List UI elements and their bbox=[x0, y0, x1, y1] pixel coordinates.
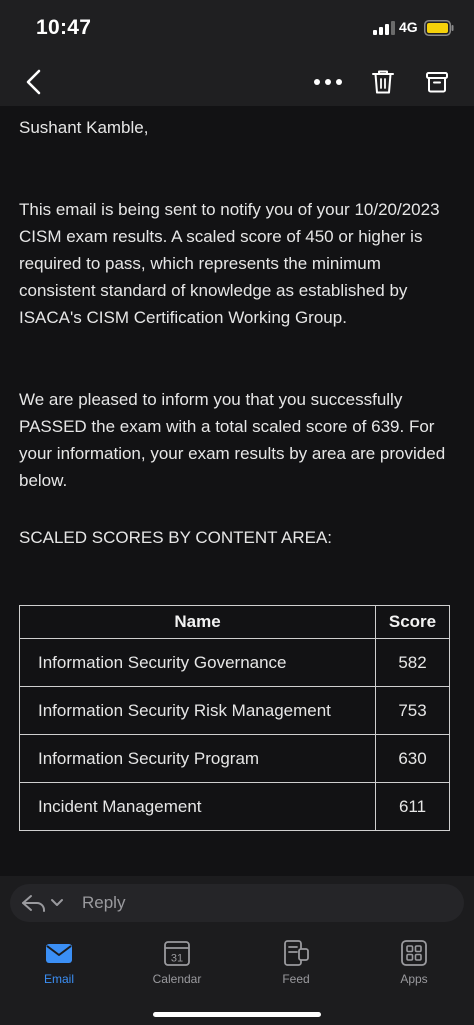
area-score-cell: 630 bbox=[375, 734, 450, 783]
tab-label: Apps bbox=[400, 972, 428, 986]
tab-label: Calendar bbox=[152, 972, 202, 986]
table-row: Information Security Risk Management 753 bbox=[19, 686, 450, 735]
reply-options-button[interactable] bbox=[20, 888, 78, 918]
email-body: Sushant Kamble, This email is being sent… bbox=[0, 106, 474, 876]
area-name-cell: Incident Management bbox=[19, 782, 376, 831]
network-type: 4G bbox=[399, 19, 418, 35]
more-horizontal-icon bbox=[314, 79, 342, 85]
column-header-name: Name bbox=[19, 605, 376, 639]
column-header-score: Score bbox=[375, 605, 450, 639]
back-button[interactable] bbox=[14, 62, 54, 102]
table-row: Information Security Governance 582 bbox=[19, 638, 450, 687]
email-screen: 10:47 4G Sushant Kamble, This email is b… bbox=[0, 0, 474, 1025]
archive-button[interactable] bbox=[417, 62, 457, 102]
battery-icon bbox=[424, 20, 454, 36]
chevron-left-icon bbox=[26, 69, 41, 95]
tab-feed[interactable]: Feed bbox=[251, 938, 341, 994]
area-name-cell: Information Security Program bbox=[19, 734, 376, 783]
area-name-cell: Information Security Risk Management bbox=[19, 686, 376, 735]
tab-label: Feed bbox=[282, 972, 310, 986]
delete-button[interactable] bbox=[363, 62, 403, 102]
email-toolbar bbox=[0, 56, 474, 106]
table-row: Incident Management 611 bbox=[19, 782, 450, 831]
email-paragraph-result: We are pleased to inform you that you su… bbox=[19, 390, 446, 490]
email-paragraph-notice: This email is being sent to notify you o… bbox=[19, 200, 440, 327]
score-table: Name Score Information Security Governan… bbox=[19, 605, 450, 831]
feed-icon bbox=[284, 940, 309, 966]
archive-icon bbox=[426, 72, 448, 93]
calendar-icon: 31 bbox=[164, 941, 190, 966]
area-score-cell: 753 bbox=[375, 686, 450, 735]
reply-pill: Reply bbox=[10, 884, 464, 922]
apps-icon bbox=[401, 940, 427, 966]
email-greeting: Sushant Kamble, bbox=[19, 118, 149, 137]
reply-input[interactable]: Reply bbox=[82, 890, 452, 916]
table-row: Information Security Program 630 bbox=[19, 734, 450, 783]
tab-label: Email bbox=[43, 972, 74, 986]
status-time: 10:47 bbox=[36, 16, 92, 39]
reply-arrow-icon bbox=[22, 895, 45, 912]
tab-calendar[interactable]: 31 Calendar bbox=[132, 938, 222, 994]
home-indicator[interactable] bbox=[153, 1012, 321, 1017]
email-icon bbox=[46, 944, 72, 963]
bottom-tab-bar: Email 31 Calendar Feed Apps bbox=[0, 932, 474, 1025]
table-header-row: Name Score bbox=[19, 605, 450, 639]
cellular-signal-icon bbox=[373, 21, 395, 35]
tab-apps[interactable]: Apps bbox=[369, 938, 459, 994]
area-score-cell: 611 bbox=[375, 782, 450, 831]
chevron-down-icon bbox=[51, 899, 63, 906]
reply-bar: Reply bbox=[0, 876, 474, 932]
area-name-cell: Information Security Governance bbox=[19, 638, 376, 687]
area-score-cell: 582 bbox=[375, 638, 450, 687]
email-section-heading: SCALED SCORES BY CONTENT AREA: bbox=[19, 528, 333, 547]
status-bar: 10:47 4G bbox=[0, 0, 474, 56]
calendar-day-number: 31 bbox=[171, 953, 183, 965]
tab-email[interactable]: Email bbox=[14, 938, 104, 994]
trash-icon bbox=[372, 70, 394, 94]
more-options-button[interactable] bbox=[308, 62, 348, 102]
